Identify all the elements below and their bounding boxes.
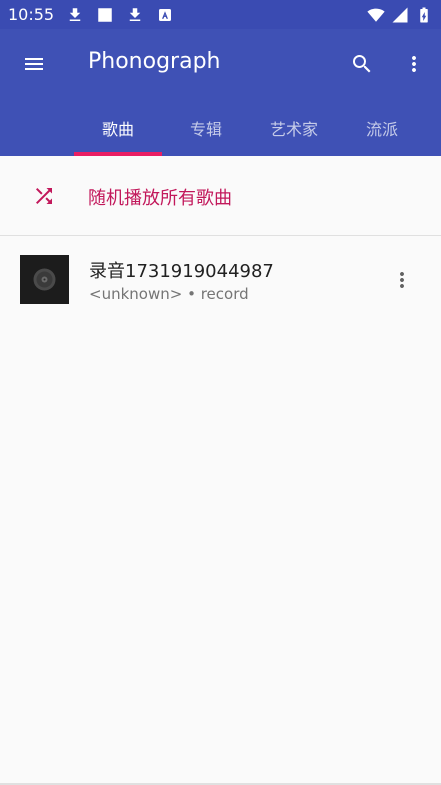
notification-icons — [66, 6, 174, 24]
more-options-icon[interactable] — [402, 52, 426, 76]
square-notification-icon — [98, 7, 112, 22]
battery-icon — [420, 7, 428, 22]
system-icons — [367, 6, 433, 24]
shuffle-all-button[interactable]: 随机播放所有歌曲 — [0, 156, 441, 236]
search-icon[interactable] — [350, 52, 374, 76]
status-time: 10:55 — [8, 5, 55, 24]
wifi-icon — [367, 8, 385, 22]
tab-artists[interactable]: 艺术家 — [250, 99, 338, 156]
tab-bar: 歌曲 专辑 艺术家 流派 — [0, 99, 441, 156]
app-notification-icon — [159, 8, 172, 21]
album-art — [20, 255, 69, 304]
song-album: record — [200, 285, 249, 303]
song-title: 录音1731919044987 — [89, 261, 274, 282]
song-subtitle: <unknown> • record — [89, 285, 249, 303]
app-bar: Phonograph 歌曲 专辑 艺术家 流派 — [0, 29, 441, 156]
download-icon — [69, 7, 81, 21]
song-list-item[interactable]: 录音1731919044987 <unknown> • record — [0, 236, 441, 322]
app-title: Phonograph — [88, 49, 221, 74]
vinyl-icon — [20, 255, 69, 304]
song-separator: • — [187, 285, 196, 303]
tab-genres[interactable]: 流派 — [338, 99, 426, 156]
song-more-options-icon[interactable] — [392, 268, 412, 292]
signal-icon — [392, 7, 408, 22]
toolbar: Phonograph — [0, 29, 441, 99]
menu-icon[interactable] — [22, 52, 46, 76]
tab-songs[interactable]: 歌曲 — [74, 99, 162, 156]
status-bar: 10:55 — [0, 0, 441, 29]
shuffle-all-label: 随机播放所有歌曲 — [88, 188, 232, 209]
tab-albums[interactable]: 专辑 — [162, 99, 250, 156]
shuffle-icon — [36, 188, 52, 204]
download-icon — [129, 7, 141, 21]
song-artist: <unknown> — [89, 285, 183, 303]
